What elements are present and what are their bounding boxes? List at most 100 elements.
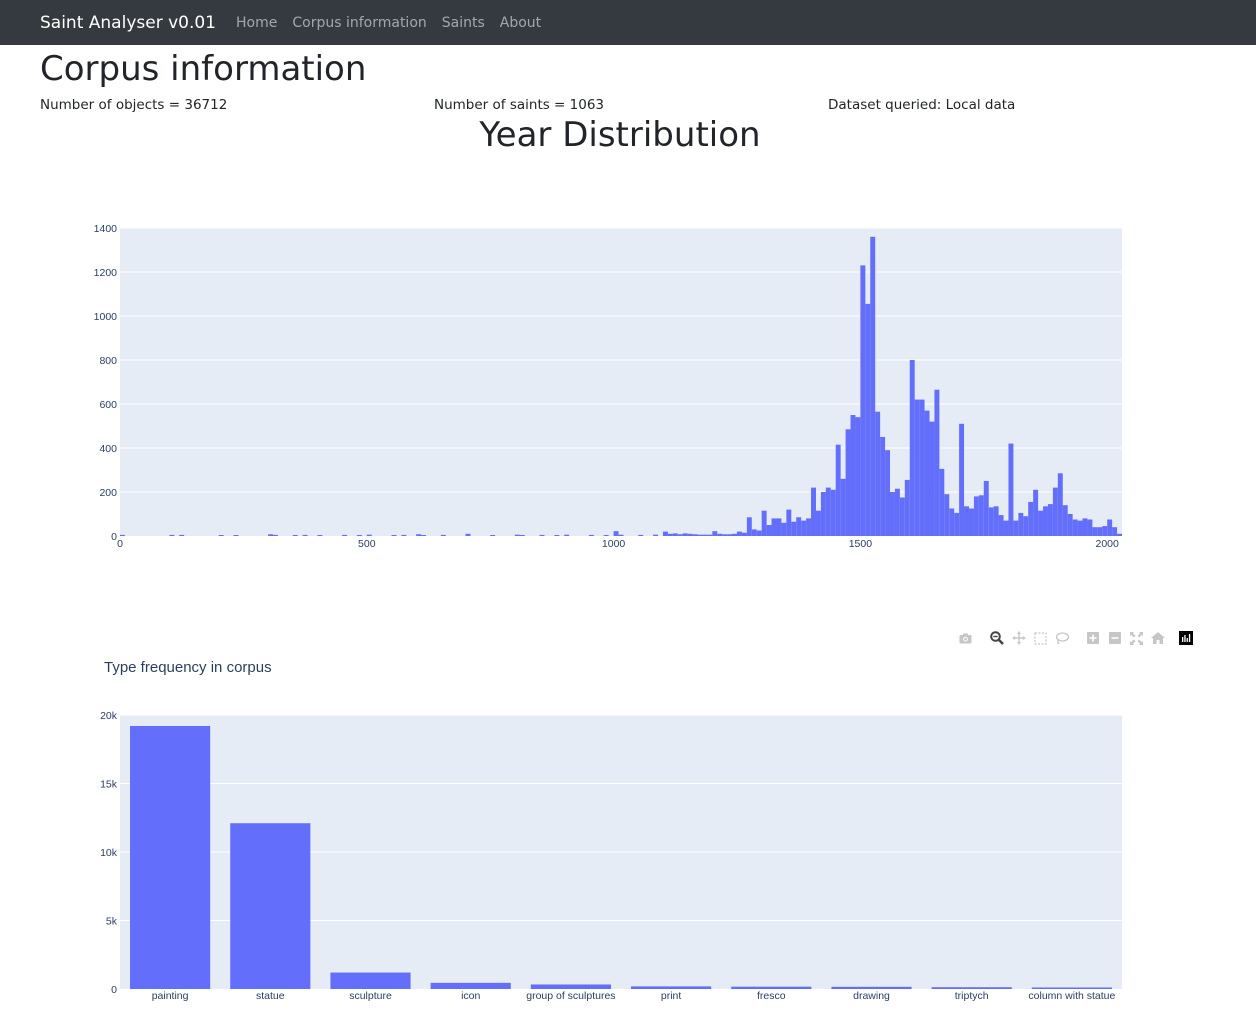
y-tick-label: 400: [99, 443, 117, 455]
histogram-bar: [342, 534, 348, 536]
histogram-bar: [736, 531, 742, 536]
plotly-logo-icon[interactable]: [1178, 631, 1193, 645]
section-title-year-distribution: Year Distribution: [479, 115, 761, 155]
page-title: Corpus information: [40, 49, 367, 89]
histogram-bar: [791, 521, 797, 536]
histogram-bar: [169, 534, 175, 536]
histogram-bar: [978, 495, 984, 536]
bar-drawing: [831, 986, 912, 989]
histogram-bar: [968, 508, 974, 536]
reset-axes-icon[interactable]: [1147, 629, 1169, 647]
histogram-bar: [875, 411, 881, 536]
x-tick-label: column with statue: [1028, 990, 1115, 1002]
histogram-bar: [914, 399, 920, 536]
nav-link-about[interactable]: About: [500, 15, 541, 31]
bar-column-with-statue: [1031, 987, 1112, 989]
autoscale-icon[interactable]: [1126, 629, 1148, 647]
histogram-bar: [820, 492, 826, 536]
x-tick-label: group of sculptures: [526, 990, 615, 1002]
histogram-bar: [1072, 519, 1078, 536]
nav-link-saints[interactable]: Saints: [442, 15, 485, 31]
histogram-bar: [603, 535, 609, 536]
histogram-bar: [732, 533, 737, 536]
histogram-bar: [949, 508, 955, 536]
histogram-bar: [1057, 473, 1063, 536]
histogram-bar: [416, 534, 422, 536]
histogram-bar: [697, 534, 703, 536]
histogram-bar: [786, 509, 792, 536]
histogram-bar: [717, 533, 723, 536]
histogram-bar: [465, 533, 471, 536]
y-tick-label: 1400: [94, 223, 118, 235]
x-tick-label: 0: [117, 538, 123, 550]
histogram-bar: [825, 487, 831, 536]
zoom-icon[interactable]: [987, 629, 1009, 647]
x-tick-label: triptych: [955, 990, 989, 1002]
histogram-bar: [440, 534, 446, 536]
bar-sculpture: [330, 972, 411, 989]
lasso-icon[interactable]: [1051, 629, 1073, 647]
histogram-bar: [1018, 512, 1024, 536]
nav-link-corpus-information[interactable]: Corpus information: [292, 15, 426, 31]
zoom-in-icon[interactable]: [1083, 629, 1105, 647]
histogram-bar: [959, 423, 965, 536]
histogram-bar: [835, 444, 841, 536]
histogram-bar: [983, 481, 989, 536]
pan-icon[interactable]: [1008, 629, 1030, 647]
year-distribution-chart[interactable]: 02004006008001000120014000 500 1000 1500 200…: [0, 160, 1256, 600]
x-tick-label: 500: [358, 538, 376, 550]
bar-group-of-sculptures: [530, 984, 611, 989]
histogram-bar: [317, 535, 323, 536]
histogram-bar: [944, 494, 950, 536]
histogram-bar: [391, 535, 397, 536]
histogram-bar: [761, 510, 767, 536]
histogram-bar: [998, 515, 1004, 536]
histogram-bar: [1112, 527, 1118, 536]
histogram-bar: [702, 534, 708, 536]
histogram-bar: [1038, 510, 1044, 536]
camera-icon[interactable]: [955, 629, 977, 647]
histogram-bar: [1023, 516, 1029, 536]
y-tick-label: 200: [99, 487, 117, 499]
stat-objects: Number of objects = 36712: [40, 97, 228, 113]
histogram-bar: [993, 506, 999, 536]
chart-title: Type frequency in corpus: [104, 659, 272, 676]
histogram-bar: [401, 534, 407, 536]
histogram-bar: [904, 479, 910, 536]
histogram-bar: [514, 534, 520, 536]
y-tick-label: 1200: [94, 267, 118, 279]
histogram-bar: [781, 522, 787, 536]
bar-triptych: [931, 987, 1012, 989]
histogram-bar: [421, 535, 427, 536]
y-tick-label: 20k: [100, 710, 118, 722]
type-frequency-chart[interactable]: Type frequency in corpus 0 5k 10k 15k 20k pain…: [0, 650, 1256, 1029]
histogram-bar: [1043, 506, 1048, 536]
x-tick-label: 2000: [1096, 538, 1120, 550]
x-tick-label: painting: [152, 990, 189, 1002]
histogram-bar: [554, 535, 560, 536]
histogram-bar: [1092, 527, 1098, 536]
stats-row: Number of objects = 36712 Number of sain…: [40, 97, 1256, 113]
brand-link[interactable]: Saint Analyser v0.01: [40, 13, 216, 33]
y-tick-label: 1000: [94, 311, 118, 323]
histogram-bar: [850, 415, 856, 536]
histogram-bar: [490, 535, 496, 536]
box-select-icon[interactable]: [1030, 629, 1052, 647]
histogram-bar: [1008, 443, 1014, 536]
histogram-bar: [638, 534, 644, 536]
histogram-bar: [964, 506, 969, 536]
histogram-bar: [776, 518, 782, 536]
histogram-bar: [746, 517, 752, 536]
nav-link-home[interactable]: Home: [236, 15, 277, 31]
histogram-bar: [899, 497, 905, 536]
zoom-out-icon[interactable]: [1104, 629, 1126, 647]
y-tick-label: 15k: [100, 779, 118, 791]
stat-saints: Number of saints = 1063: [434, 97, 605, 113]
histogram-bar: [929, 421, 935, 536]
histogram-bar: [662, 531, 668, 536]
histogram-bar: [613, 531, 619, 536]
histogram-bar: [1052, 487, 1058, 536]
histogram-bar: [1047, 504, 1053, 536]
histogram-bar: [712, 531, 718, 536]
bar-statue: [230, 823, 311, 989]
